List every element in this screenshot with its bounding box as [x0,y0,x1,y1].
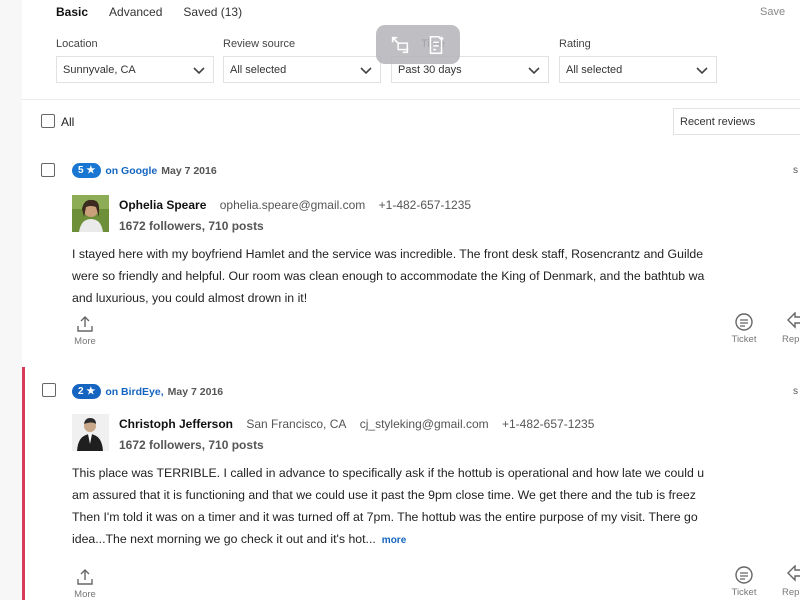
review-source-value: All selected [230,63,287,76]
review-checkbox[interactable] [42,383,56,397]
reviewer-phone: +1-482-657-1235 [501,417,595,431]
review-source-link[interactable]: on BirdEye, [105,386,163,398]
header-divider [22,99,800,100]
share-icon [77,569,93,585]
chat-icon [735,566,753,584]
rating-filter-label: Rating [559,38,591,50]
truncated-label: s [793,386,798,397]
more-action[interactable]: More [72,567,98,600]
share-icon [77,316,93,332]
reviewer-stats: 1672 followers, 710 posts [119,438,264,452]
review-card: 5 ★ on Google May 7 2016 Ophelia Speare … [22,160,800,360]
avatar [72,414,109,451]
reply-action[interactable]: Rep [782,312,800,345]
screen-resize-icon[interactable] [389,34,411,56]
review-source-filter: Review source All selected [223,38,381,83]
sort-select[interactable]: Recent reviews [673,108,800,135]
review-text: I stayed here with my boyfriend Hamlet a… [72,247,705,305]
reviewer-stats: 1672 followers, 710 posts [119,219,264,233]
tab-basic[interactable]: Basic [56,5,88,19]
reply-icon [787,312,800,329]
rating-badge: 5 ★ [72,163,102,178]
left-gutter [0,0,22,600]
review-card: 2 ★ on BirdEye, May 7 2016 Christoph Jef… [22,367,800,600]
chevron-down-icon [360,66,372,74]
reviewer-info: Christoph Jefferson San Francisco, CA cj… [119,417,604,431]
reviewer-phone: +1-482-657-1235 [378,198,472,212]
review-checkbox[interactable] [41,163,55,177]
chevron-down-icon [193,66,205,74]
location-select[interactable]: Sunnyvale, CA [56,56,214,83]
location-filter: Location Sunnyvale, CA [56,38,214,83]
rating-select[interactable]: All selected [559,56,717,83]
doc-edit-icon[interactable] [425,34,447,56]
reviewer-name[interactable]: Christoph Jefferson [119,417,233,431]
review-meta: 2 ★ on BirdEye, May 7 2016 [72,384,223,399]
reply-action[interactable]: Rep [782,565,800,598]
review-date: May 7 2016 [161,164,217,177]
location-filter-label: Location [56,38,98,50]
reviewer-info: Ophelia Speare ophelia.speare@gmail.com … [119,198,481,212]
review-text: This place was TERRIBLE. I called in adv… [72,466,705,546]
time-value: Past 30 days [398,63,462,76]
floating-toolbar [376,25,460,64]
save-button[interactable]: Save [760,6,785,18]
reviewer-email: ophelia.speare@gmail.com [219,198,366,212]
chevron-down-icon [696,66,708,74]
ticket-action[interactable]: Ticket [728,312,760,345]
filter-tabs: Basic Advanced Saved (13) [56,5,263,19]
truncated-label: s [793,165,798,176]
review-date: May 7 2016 [167,385,224,398]
read-more-link[interactable]: more [382,535,406,546]
reviewer-email: cj_styleking@gmail.com [359,417,489,431]
review-source-filter-label: Review source [223,38,296,50]
tab-saved[interactable]: Saved (13) [183,5,242,19]
review-meta: 5 ★ on Google May 7 2016 [72,163,217,178]
review-source-select[interactable]: All selected [223,56,381,83]
reply-icon [787,565,800,582]
more-action[interactable]: More [72,314,98,347]
location-value: Sunnyvale, CA [63,63,136,76]
chat-icon [735,313,753,331]
rating-value: All selected [566,63,623,76]
rating-filter: Rating All selected [559,38,717,83]
reviewer-location: San Francisco, CA [246,417,347,431]
select-all-label: All [61,115,75,129]
review-source-link[interactable]: on Google [105,165,157,177]
ticket-action[interactable]: Ticket [728,565,760,598]
reviewer-name[interactable]: Ophelia Speare [119,198,206,212]
select-all-checkbox[interactable] [41,114,55,128]
chevron-down-icon [528,66,540,74]
tab-advanced[interactable]: Advanced [109,5,162,19]
rating-badge: 2 ★ [72,384,102,399]
avatar [72,195,109,232]
